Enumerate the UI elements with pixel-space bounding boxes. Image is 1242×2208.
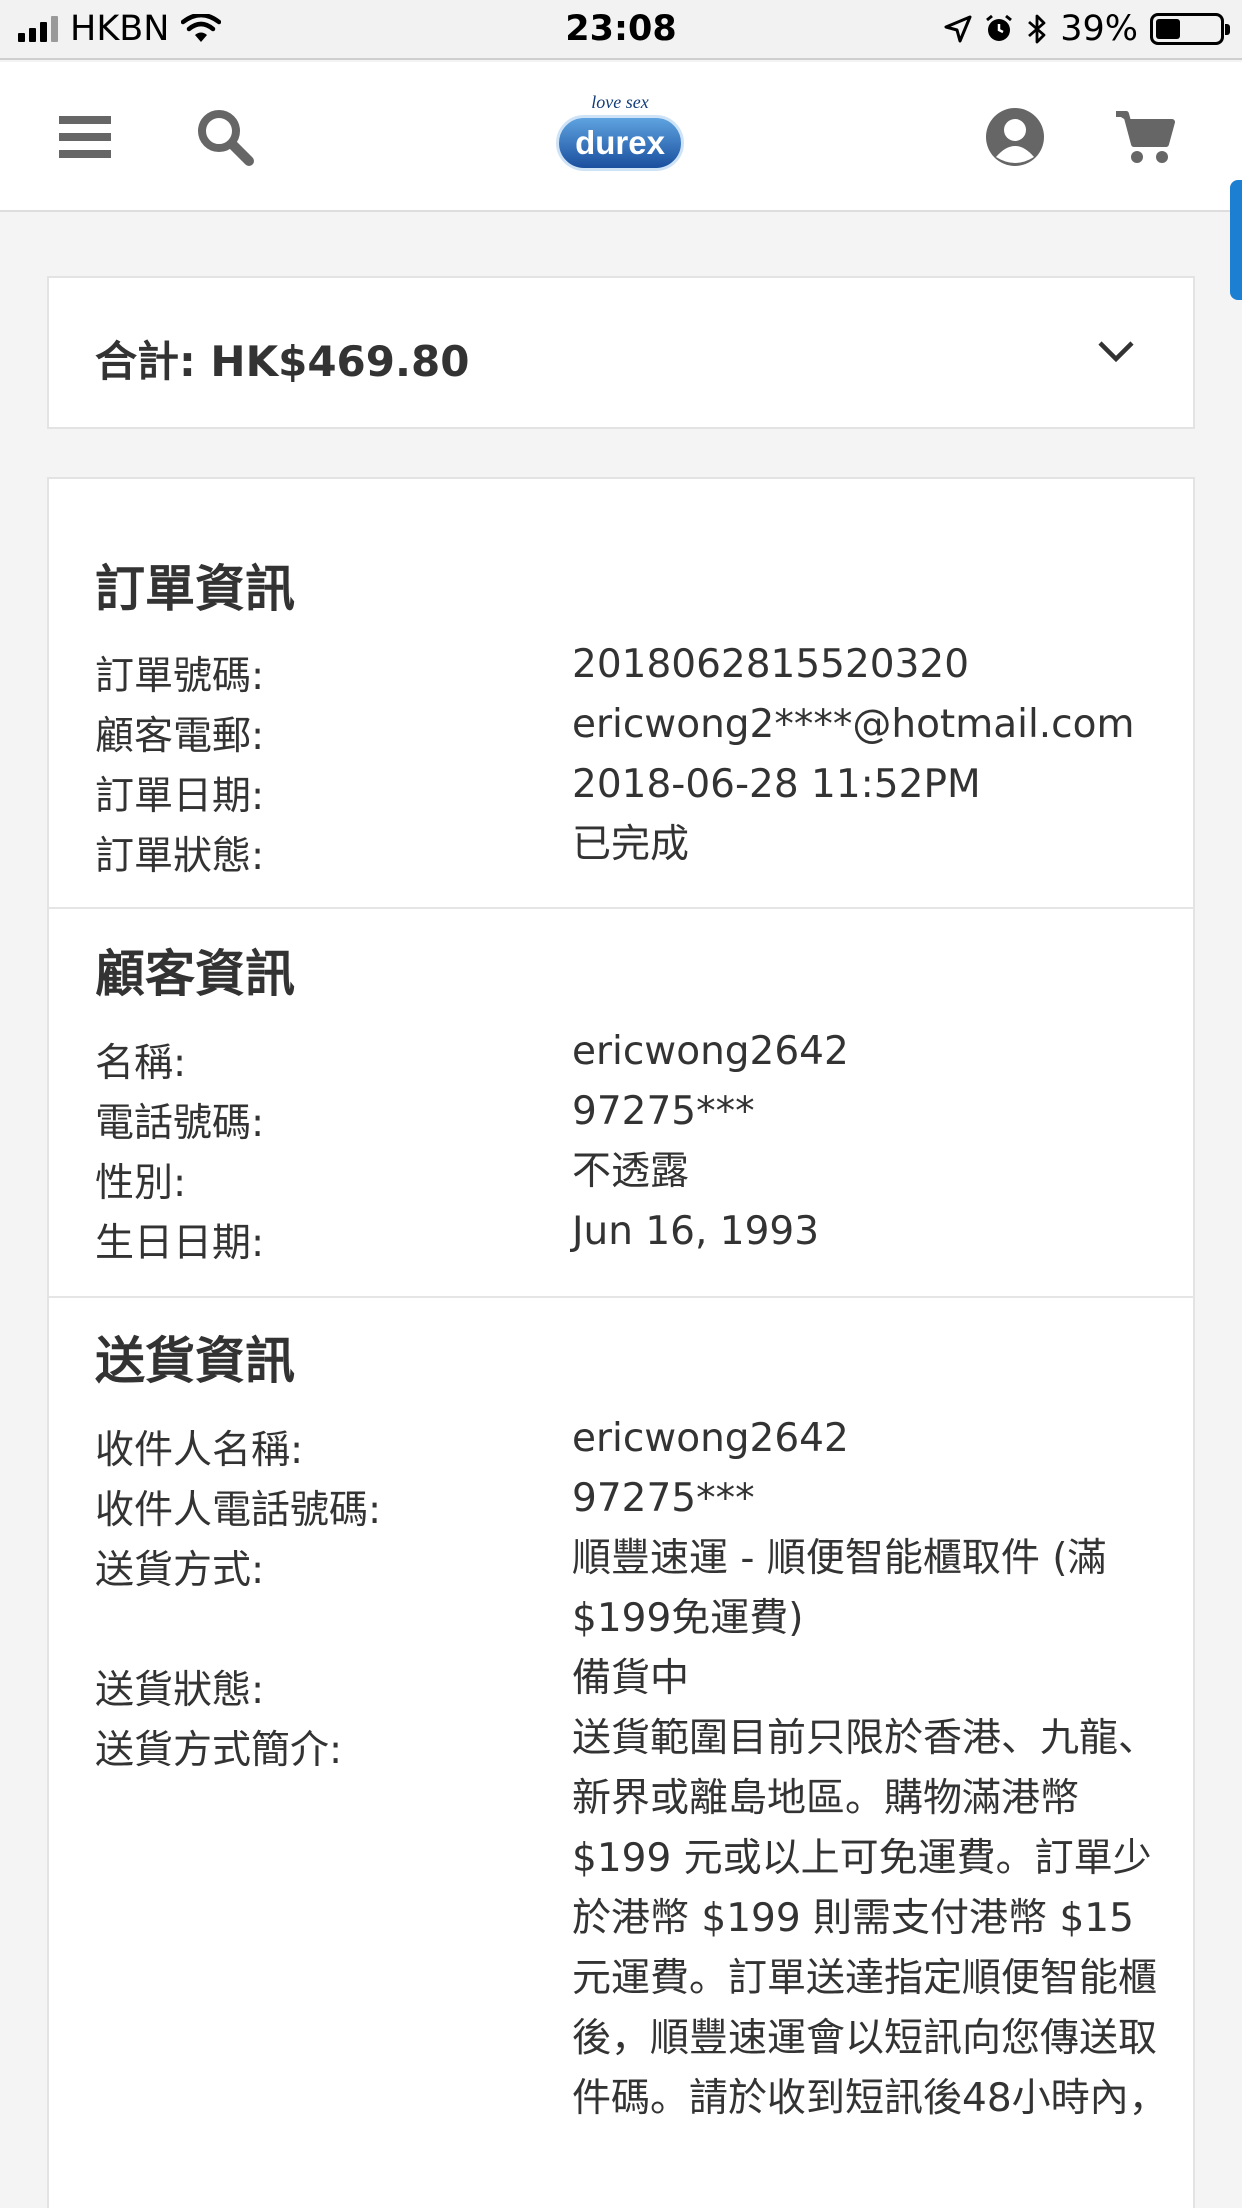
- order-date-value: 2018-06-28 11:52PM: [572, 762, 981, 807]
- alarm-icon: [986, 14, 1013, 41]
- delivery-method-label: 送貨方式:: [95, 1548, 265, 1593]
- carrier-name: HKBN: [70, 9, 170, 49]
- order-number-value: 2018062815520320: [572, 642, 970, 687]
- order-number-label: 訂單號碼:: [95, 654, 265, 699]
- customer-email-value: ericwong2****@hotmail.com: [572, 702, 1135, 747]
- order-info-title: 訂單資訊: [95, 560, 295, 618]
- order-status-value: 已完成: [572, 822, 690, 867]
- chevron-down-icon[interactable]: [1091, 326, 1141, 376]
- logo-tagline: love sex: [591, 92, 649, 112]
- battery-icon: [1150, 13, 1230, 45]
- signal-icon: [18, 16, 58, 42]
- phone-label: 電話號碼:: [95, 1101, 265, 1146]
- birthday-label: 生日日期:: [95, 1221, 265, 1266]
- name-value: ericwong2642: [572, 1029, 849, 1074]
- delivery-info-title: 送貨資訊: [95, 1332, 295, 1390]
- gender-label: 性別:: [95, 1161, 187, 1206]
- wifi-icon: [181, 14, 222, 42]
- battery-percent: 39%: [1060, 9, 1138, 49]
- delivery-status-value: 備貨中: [572, 1656, 690, 1701]
- delivery-method-value: 順豐速運 - 順便智能櫃取件 (滿$199免運費): [572, 1536, 1107, 1641]
- delivery-description-label: 送貨方式簡介:: [95, 1728, 343, 1773]
- order-status-label: 訂單狀態:: [95, 834, 265, 879]
- order-detail-card: 訂單資訊 訂單號碼: 2018062815520320 顧客電郵: ericwo…: [47, 477, 1195, 2208]
- durex-logo[interactable]: love sex durex: [550, 82, 690, 192]
- location-arrow-icon: [944, 15, 972, 43]
- status-left: HKBN: [18, 9, 222, 49]
- hamburger-icon[interactable]: [50, 102, 120, 172]
- name-label: 名稱:: [95, 1041, 187, 1086]
- delivery-description-value: 送貨範圍目前只限於香港、九龍、新界或離島地區。購物滿港幣 $199 元或以上可免…: [572, 1716, 1168, 2121]
- customer-email-label: 顧客電郵:: [95, 714, 265, 759]
- order-total: 合計: HK$469.80: [95, 337, 470, 386]
- section-divider: [49, 1296, 1195, 1298]
- recipient-phone-value: 97275***: [572, 1476, 755, 1521]
- order-date-label: 訂單日期:: [95, 774, 265, 819]
- site-header: love sex durex: [0, 62, 1242, 212]
- search-icon[interactable]: [190, 102, 260, 172]
- phone-value: 97275***: [572, 1089, 755, 1134]
- user-icon[interactable]: [980, 102, 1050, 172]
- side-scroll-tab[interactable]: [1230, 180, 1242, 300]
- customer-info-title: 顧客資訊: [95, 945, 295, 1003]
- bluetooth-icon: [1028, 14, 1046, 44]
- section-divider: [49, 907, 1195, 909]
- recipient-phone-label: 收件人電話號碼:: [95, 1488, 382, 1533]
- gender-value: 不透露: [572, 1149, 690, 1194]
- delivery-status-label: 送貨狀態:: [95, 1668, 265, 1713]
- recipient-name-value: ericwong2642: [572, 1416, 849, 1461]
- logo-brand: durex: [556, 115, 684, 171]
- cart-icon[interactable]: [1110, 102, 1180, 172]
- order-total-card[interactable]: 合計: HK$469.80: [47, 276, 1195, 429]
- recipient-name-label: 收件人名稱:: [95, 1428, 304, 1473]
- battery-fill: [1156, 19, 1181, 39]
- status-right: 39%: [944, 9, 1230, 49]
- status-bar: HKBN 23:08 39%: [0, 0, 1242, 60]
- birthday-value: Jun 16, 1993: [572, 1209, 820, 1254]
